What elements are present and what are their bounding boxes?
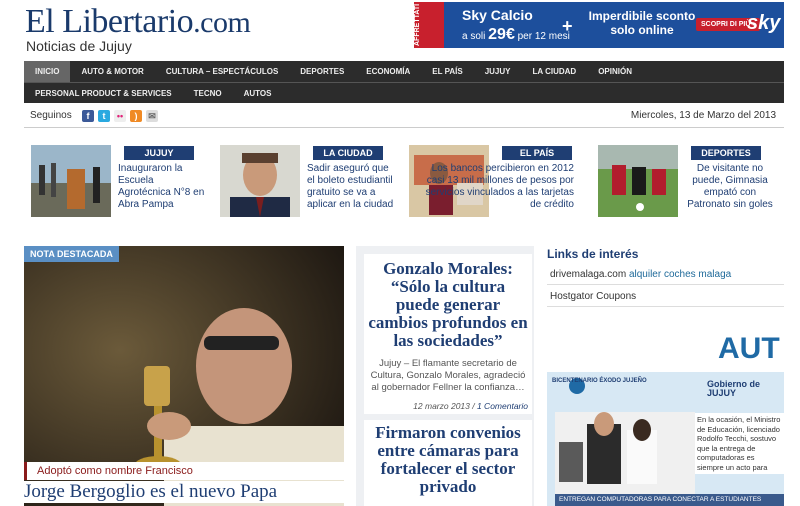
current-date: Miercoles, 13 de Marzo del 2013 — [630, 110, 776, 121]
ad-price: 29€ — [488, 26, 515, 43]
nav-row-1: INICIO AUTO & MOTOR CULTURA – ESPECTÁCUL… — [24, 61, 643, 82]
facebook-icon[interactable]: f — [82, 110, 94, 122]
nav-item-tecno[interactable]: TECNO — [183, 83, 233, 104]
logo-main: El Libertario — [25, 3, 194, 40]
link-row-1: drivemalaga.com alquiler coches malaga — [547, 265, 784, 285]
nav-item-personal-product[interactable]: PERSONAL PRODUCT & SERVICES — [24, 83, 183, 104]
aut-ad-text[interactable]: AUT — [718, 332, 780, 366]
ad-offer: Imperdibile sconto solo online — [588, 9, 696, 37]
story-1-comments-link[interactable]: 1 Comentario — [477, 401, 528, 411]
email-icon[interactable]: ✉ — [146, 110, 158, 122]
links-title: Links de interés — [547, 247, 639, 261]
sky-ad-banner[interactable]: AFFRETTATI Sky Calcio a soli 29€ per 12 … — [414, 2, 784, 48]
story-1-title[interactable]: Gonzalo Morales: “Sólo la cultura puede … — [368, 260, 528, 350]
site-logo[interactable]: El Libertario.com — [25, 3, 251, 42]
bicentenario-label: BICENTENARIO ÉXODO JUJEÑO — [552, 378, 647, 384]
link-row-2: Hostgator Coupons — [547, 287, 784, 307]
ad-plus: + — [562, 16, 573, 36]
jujuy-ad-text: En la ocasión, el Ministro de Educación,… — [695, 413, 784, 474]
news-thumb-jujuy[interactable] — [31, 145, 111, 217]
ad-title: Sky Calcio — [462, 7, 533, 23]
story-1-meta: 12 marzo 2013 / 1 Comentario — [413, 401, 528, 411]
nav-item-la-ciudad[interactable]: LA CIUDAD — [521, 61, 587, 82]
story-card-1: Gonzalo Morales: “Sólo la cultura puede … — [364, 254, 532, 414]
story-1-date: 12 marzo 2013 — [413, 401, 470, 411]
social-bar: Seguinos f t •• ) ✉ Miercoles, 13 de Mar… — [24, 106, 784, 128]
news-category-el-pais[interactable]: EL PAÍS — [502, 146, 572, 160]
news-headline-jujuy[interactable]: Inauguraron la Escuela Agrotécnica N°8 e… — [118, 163, 206, 211]
nav-item-deportes[interactable]: DEPORTES — [289, 61, 355, 82]
sky-logo: sky — [747, 12, 781, 34]
nav-item-opinion[interactable]: OPINIÓN — [587, 61, 643, 82]
nav-item-inicio[interactable]: INICIO — [24, 61, 71, 82]
rss-icon[interactable]: ) — [130, 110, 142, 122]
nav-item-cultura[interactable]: CULTURA – ESPECTÁCULOS — [155, 61, 289, 82]
news-category-jujuy[interactable]: JUJUY — [124, 146, 194, 160]
ad-ribbon: AFFRETTATI — [414, 2, 444, 48]
twitter-icon[interactable]: t — [98, 110, 110, 122]
featured-title[interactable]: Jorge Bergoglio es el nuevo Papa — [24, 481, 344, 503]
link-hostgator[interactable]: Hostgator Coupons — [550, 291, 636, 302]
nav-item-el-pais[interactable]: EL PAÍS — [421, 61, 473, 82]
logo-domain: .com — [193, 6, 251, 39]
story-1-body: Jujuy – El flamante secretario de Cultur… — [370, 358, 526, 393]
news-headline-el-pais[interactable]: Los bancos percibieron en 2012 casi 13 m… — [414, 163, 574, 211]
middle-column: Gonzalo Morales: “Sólo la cultura puede … — [356, 246, 534, 506]
news-headline-deportes[interactable]: De visitante no puede, Gimnasia empató c… — [685, 163, 775, 211]
main-nav: INICIO AUTO & MOTOR CULTURA – ESPECTÁCUL… — [24, 61, 784, 103]
news-category-deportes[interactable]: DEPORTES — [691, 146, 761, 160]
story-card-2: Firmaron convenios entre cámaras para fo… — [364, 420, 532, 506]
site-tagline: Noticias de Jujuy — [26, 38, 132, 54]
news-thumb-la-ciudad[interactable] — [220, 145, 300, 217]
nav-item-economia[interactable]: ECONOMÍA — [355, 61, 421, 82]
ad-price-line: a soli 29€ per 12 mesi — [462, 26, 570, 43]
link-drivemalaga[interactable]: drivemalaga.com — [550, 269, 626, 280]
news-category-la-ciudad[interactable]: LA CIUDAD — [313, 146, 383, 160]
jujuy-gov-ad[interactable]: BICENTENARIO ÉXODO JUJEÑO Gobierno de JU… — [547, 372, 784, 506]
nav-row-2: PERSONAL PRODUCT & SERVICES TECNO AUTOS — [24, 83, 282, 104]
gobierno-jujuy-logo: Gobierno de JUJUY — [707, 379, 761, 398]
story-2-title[interactable]: Firmaron convenios entre cámaras para fo… — [368, 424, 528, 496]
featured-tag: NOTA DESTACADA — [24, 246, 119, 262]
follow-label: Seguinos — [30, 110, 72, 121]
jujuy-ad-banner: ENTREGAN COMPUTADORAS PARA CONECTAR A ES… — [555, 494, 784, 506]
nav-item-autos[interactable]: AUTOS — [233, 83, 283, 104]
featured-caption: Adoptó como nombre Francisco — [24, 462, 344, 480]
link-alquiler[interactable]: alquiler coches malaga — [629, 269, 731, 280]
flickr-icon[interactable]: •• — [114, 110, 126, 122]
nav-item-jujuy[interactable]: JUJUY — [474, 61, 522, 82]
nav-item-auto-motor[interactable]: AUTO & MOTOR — [70, 61, 154, 82]
news-headline-la-ciudad[interactable]: Sadir aseguró que el boleto estudiantil … — [307, 163, 397, 211]
news-thumb-deportes[interactable] — [598, 145, 678, 217]
